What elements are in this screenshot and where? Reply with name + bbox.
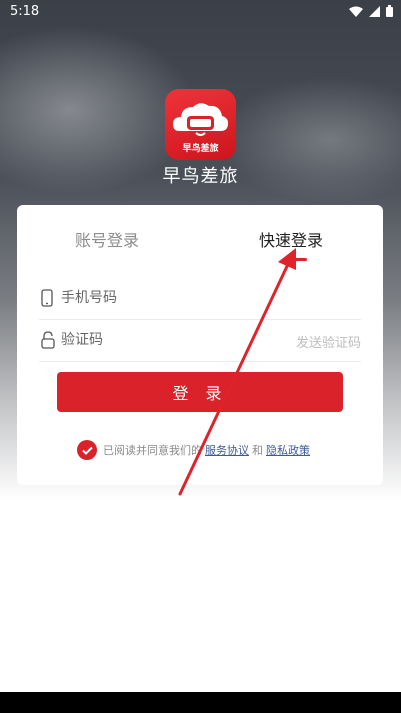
wifi-icon (349, 6, 363, 17)
status-time: 5:18 (10, 4, 40, 19)
agreement-row: 已阅读并同意我们的 服务协议 和 隐私政策 (77, 439, 313, 461)
code-input[interactable] (61, 319, 281, 361)
app-logo: 早鸟差旅 (165, 89, 236, 160)
signal-icon (369, 5, 380, 17)
send-code-button[interactable]: 发送验证码 (296, 332, 361, 351)
phone-icon (41, 289, 53, 307)
tab-account-login[interactable]: 账号登录 (75, 227, 139, 251)
login-button[interactable]: 登 录 (57, 372, 343, 412)
status-icons (349, 5, 393, 17)
code-field: 发送验证码 (39, 319, 361, 362)
service-agreement-link[interactable]: 服务协议 (205, 442, 249, 458)
lock-icon (41, 331, 55, 349)
tab-indicator (285, 258, 307, 261)
agreement-and: 和 (252, 444, 263, 457)
phone-input[interactable] (61, 277, 281, 319)
battery-icon (386, 5, 393, 17)
tab-quick-login[interactable]: 快速登录 (259, 227, 323, 251)
agreement-checkbox[interactable] (77, 440, 97, 460)
login-card: 账号登录 快速登录 发送验证码 登 录 已阅读并同意我们的 服务协议 和 隐私政… (17, 205, 383, 485)
agreement-prefix: 已阅读并同意我们的 (103, 444, 202, 457)
checkmark-icon (81, 446, 93, 455)
logo-text: 早鸟差旅 (182, 144, 219, 154)
privacy-policy-link[interactable]: 隐私政策 (266, 442, 310, 458)
status-bar: 5:18 (0, 0, 401, 24)
app-name: 早鸟差旅 (162, 166, 239, 187)
phone-field (39, 277, 361, 320)
navigation-bar (0, 692, 401, 713)
